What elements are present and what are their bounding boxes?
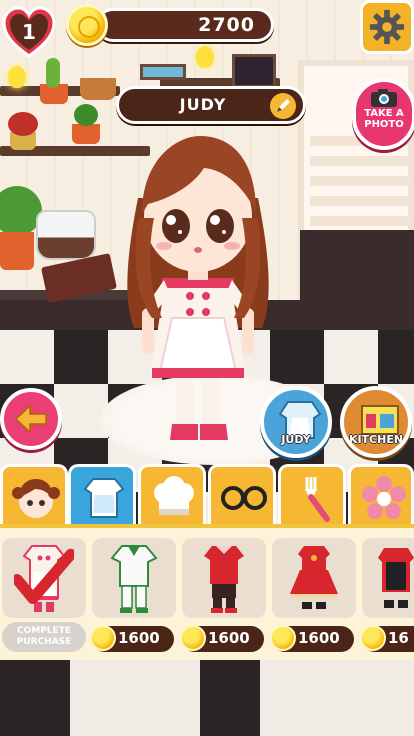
settings-button[interactable] (360, 0, 414, 54)
coffee-pot-icon (36, 210, 96, 260)
gear-icon (369, 9, 405, 45)
arrow-left-icon (14, 404, 47, 434)
glasses-icon (221, 486, 267, 510)
fork-icon (305, 477, 330, 522)
camera-icon (371, 89, 397, 107)
price-tag[interactable]: 16 (360, 625, 414, 652)
outfit-icon (83, 478, 125, 518)
kitchen-icon (361, 405, 399, 435)
price-tag[interactable]: 1600 (90, 625, 174, 652)
photo-label-line1: TAKE A (364, 108, 404, 119)
coin-amount: 2700 (198, 14, 255, 36)
price-amount: 1600 (298, 629, 340, 647)
cabinet (300, 230, 414, 300)
character-figure (127, 136, 269, 440)
items-panel: COMPLETE PURCHASE 1600 1600 1600 16 (0, 524, 414, 660)
character-name: JUDY (179, 95, 227, 114)
item-pink-white-dress[interactable] (2, 538, 86, 618)
back-button[interactable] (0, 388, 62, 450)
dress-icon (290, 546, 338, 609)
coin-icon (270, 625, 296, 651)
price-tag[interactable]: 1600 (270, 625, 354, 652)
judy-button-label: JUDY (281, 433, 311, 446)
cactus-icon (46, 58, 60, 88)
tab-glasses[interactable] (208, 464, 276, 526)
floor-tiles (0, 660, 414, 736)
flower-pot (0, 232, 34, 270)
tab-hair-accessory[interactable] (348, 464, 414, 526)
outfit-icon (278, 401, 322, 439)
coin-icon (180, 625, 206, 651)
price-amount: 1600 (208, 629, 250, 647)
flower-icon (8, 112, 38, 136)
item-red-apron-outfit[interactable] (362, 538, 414, 618)
item-red-black-outfit[interactable] (182, 538, 266, 618)
check-icon (14, 548, 74, 605)
tab-outfit[interactable] (68, 464, 136, 526)
picture-frame (140, 64, 186, 80)
light-bulb-icon (8, 66, 26, 88)
character-name-bar[interactable]: JUDY (116, 86, 306, 124)
category-tabs (0, 464, 414, 526)
photo-label-line2: PHOTO (364, 119, 404, 130)
level-number: 1 (22, 20, 36, 44)
kitchen-button[interactable]: KITCHEN (340, 386, 412, 458)
outfit-icon (204, 546, 244, 613)
apron-icon (378, 548, 414, 608)
hair-icon (12, 479, 60, 518)
picture-frame (232, 54, 276, 88)
flower-pot (72, 124, 100, 144)
price-amount: 1600 (118, 629, 160, 647)
plant-icon (74, 104, 98, 126)
tab-accessory[interactable] (278, 464, 346, 526)
outfit-icon (110, 545, 158, 613)
chef-hat-icon (154, 476, 194, 515)
judy-button[interactable]: JUDY (260, 386, 332, 458)
tab-hat[interactable] (138, 464, 206, 526)
fruit-basket-icon (80, 78, 116, 100)
price-amount: 16 (388, 629, 409, 647)
coin-icon (90, 625, 116, 651)
take-photo-button[interactable]: TAKE A PHOTO (352, 78, 414, 150)
flower-icon (362, 476, 406, 519)
coin-icon (66, 4, 108, 46)
item-red-frill-dress[interactable] (272, 538, 356, 618)
price-tag[interactable]: 1600 (180, 625, 264, 652)
coin-balance-bar[interactable]: 2700 (96, 8, 274, 42)
pencil-icon[interactable] (269, 92, 297, 120)
complete-purchase-label: COMPLETE PURCHASE (2, 622, 86, 652)
kitchen-button-label: KITCHEN (348, 433, 404, 446)
coin-icon (360, 625, 386, 651)
character-judy[interactable] (108, 128, 288, 458)
light-bulb-icon (196, 46, 214, 68)
tab-hair[interactable] (0, 464, 68, 526)
item-white-green-outfit[interactable] (92, 538, 176, 618)
level-heart: 1 (2, 6, 56, 60)
